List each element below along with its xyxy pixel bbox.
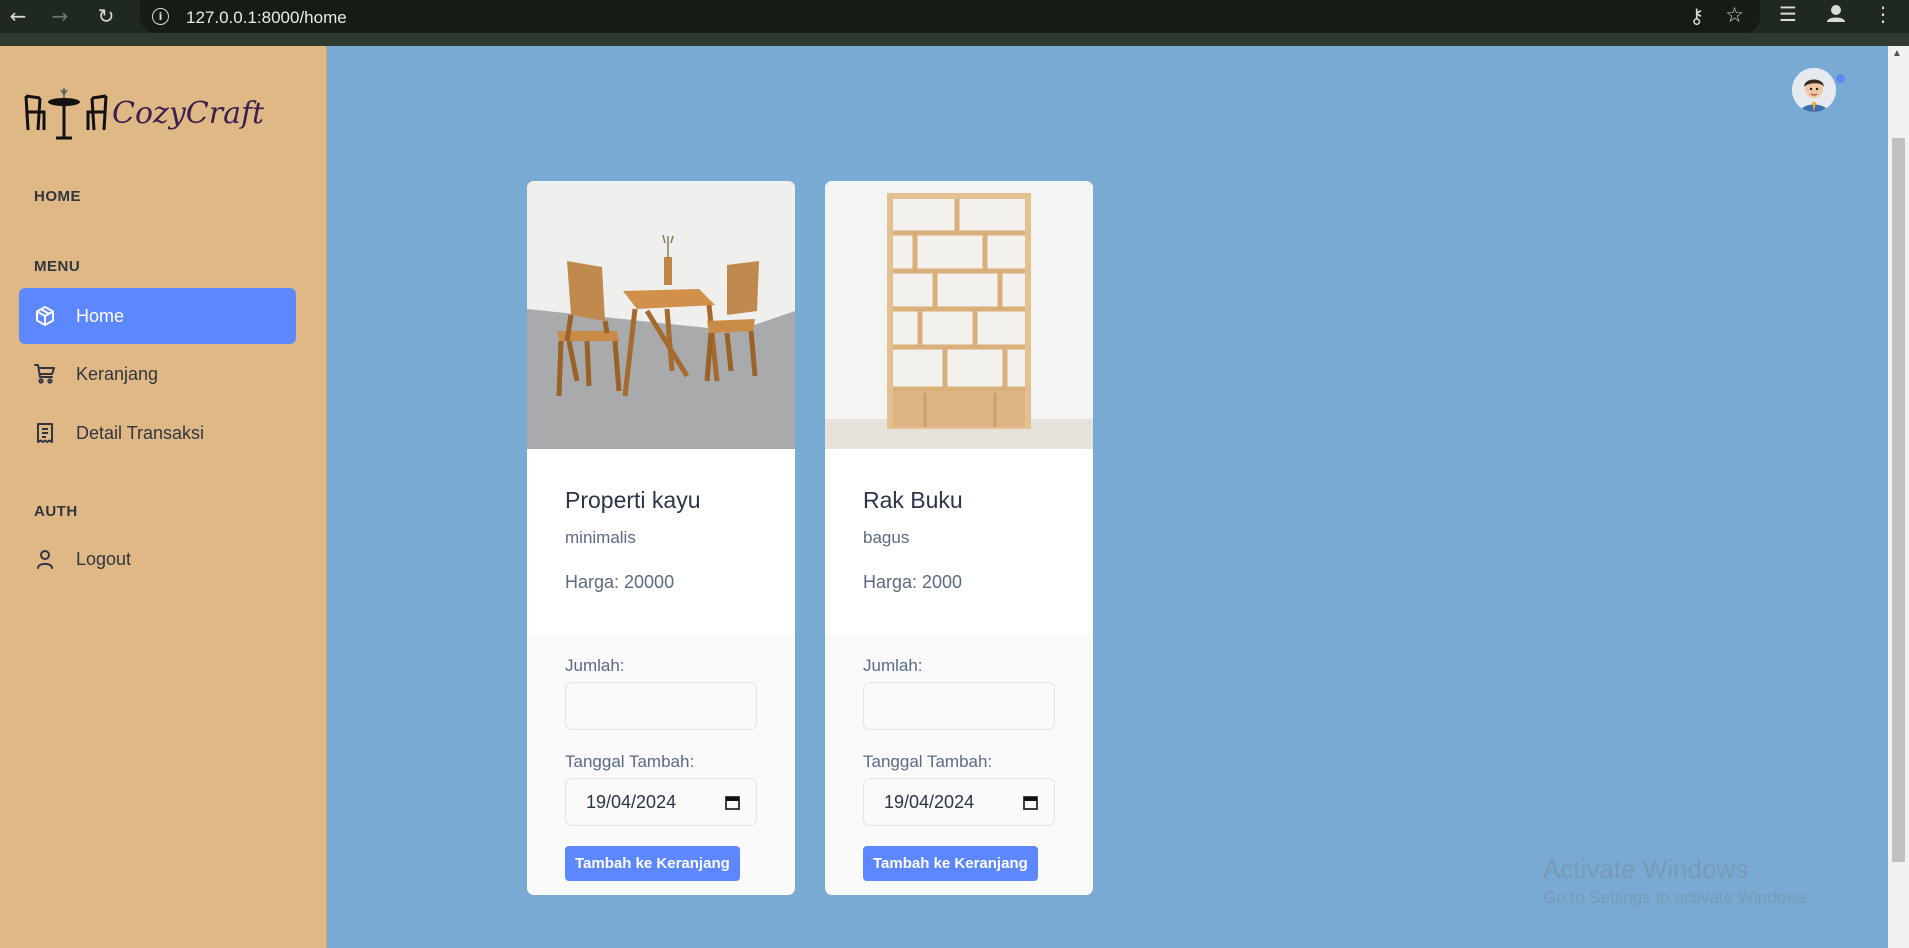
section-menu-label: MENU — [34, 258, 81, 275]
add-to-cart-form: Jumlah: Tanggal Tambah: 19/04/2024 Tamba… — [825, 634, 1093, 881]
calendar-icon[interactable] — [725, 795, 740, 810]
add-to-cart-button[interactable]: Tambah ke Keranjang — [863, 846, 1038, 881]
date-input[interactable]: 19/04/2024 — [863, 778, 1055, 826]
back-arrow-icon[interactable]: ← — [2, 0, 34, 32]
product-info: Properti kayu minimalis Harga: 20000 — [527, 449, 795, 634]
receipt-icon — [33, 421, 57, 445]
date-label: Tanggal Tambah: — [863, 752, 993, 771]
quantity-label: Jumlah: — [565, 656, 625, 675]
quantity-input[interactable] — [863, 682, 1055, 730]
product-info: Rak Buku bagus Harga: 2000 — [825, 449, 1093, 634]
product-price: Harga: 20000 — [565, 572, 675, 592]
section-home-label: HOME — [34, 188, 81, 205]
password-key-icon[interactable]: ⚷ — [1689, 4, 1704, 28]
sidebar-item-label: Home — [76, 305, 125, 326]
furniture-logo-icon — [24, 88, 108, 140]
scroll-up-arrow-icon[interactable]: ▲ — [1892, 48, 1902, 59]
date-value: 19/04/2024 — [884, 791, 975, 812]
reload-icon[interactable]: ↻ — [90, 0, 122, 32]
sidebar-item-keranjang[interactable]: Keranjang — [19, 346, 296, 402]
avatar-person-icon — [1792, 68, 1836, 112]
date-input[interactable]: 19/04/2024 — [565, 778, 757, 826]
forward-arrow-icon[interactable]: → — [44, 0, 76, 32]
box-icon — [33, 304, 57, 328]
address-bar[interactable]: i 127.0.0.1:8000/home ⚷ ☆ — [140, 0, 1760, 33]
page-scrollbar[interactable]: ▲ — [1888, 46, 1909, 948]
status-dot — [1836, 74, 1845, 83]
add-to-cart-button[interactable]: Tambah ke Keranjang — [565, 846, 740, 881]
browser-menu-icon[interactable]: ⋮ — [1873, 2, 1893, 26]
sidebar-item-label: Keranjang — [76, 363, 159, 384]
section-auth-label: AUTH — [34, 503, 78, 520]
date-label: Tanggal Tambah: — [565, 752, 695, 771]
sidebar-item-home[interactable]: Home — [19, 288, 296, 344]
product-image-table-chairs — [527, 181, 795, 449]
quantity-input[interactable] — [565, 682, 757, 730]
product-card: Properti kayu minimalis Harga: 20000 Jum… — [527, 181, 795, 895]
product-price: Harga: 2000 — [863, 572, 963, 592]
reading-list-icon[interactable]: ☰ — [1779, 2, 1797, 26]
sidebar-item-label: Detail Transaksi — [76, 422, 205, 443]
product-name: Properti kayu — [565, 487, 701, 513]
activation-watermark-title: Activate Windows — [1543, 854, 1749, 884]
site-info-icon[interactable]: i — [152, 8, 169, 25]
cart-icon — [33, 362, 57, 386]
bookmark-star-icon[interactable]: ☆ — [1725, 3, 1744, 27]
logo-text: CozyCraft — [112, 95, 265, 131]
product-card: Rak Buku bagus Harga: 2000 Jumlah: Tangg… — [825, 181, 1093, 895]
quantity-label: Jumlah: — [863, 656, 923, 675]
user-icon — [33, 547, 57, 571]
scrollbar-thumb[interactable] — [1892, 138, 1905, 862]
avatar[interactable] — [1792, 68, 1836, 112]
calendar-icon[interactable] — [1023, 795, 1038, 810]
product-image-bookshelf — [825, 181, 1093, 449]
sidebar: CozyCraft HOME MENU Home Keranjang Detai… — [0, 46, 327, 948]
date-value: 19/04/2024 — [586, 791, 677, 812]
sidebar-item-detail-transaksi[interactable]: Detail Transaksi — [19, 405, 296, 461]
product-description: bagus — [863, 528, 910, 547]
product-description: minimalis — [565, 528, 636, 547]
sidebar-item-label: Logout — [76, 548, 132, 569]
profile-icon[interactable] — [1822, 0, 1850, 28]
product-name: Rak Buku — [863, 487, 963, 513]
url-text[interactable]: 127.0.0.1:8000/home — [186, 8, 347, 28]
sidebar-item-logout[interactable]: Logout — [19, 531, 296, 587]
activation-watermark-subtitle: Go to Settings to activate Windows. — [1543, 888, 1812, 907]
add-to-cart-form: Jumlah: Tanggal Tambah: 19/04/2024 Tamba… — [527, 634, 795, 881]
logo[interactable]: CozyCraft — [22, 82, 264, 144]
browser-strip — [0, 33, 1909, 46]
